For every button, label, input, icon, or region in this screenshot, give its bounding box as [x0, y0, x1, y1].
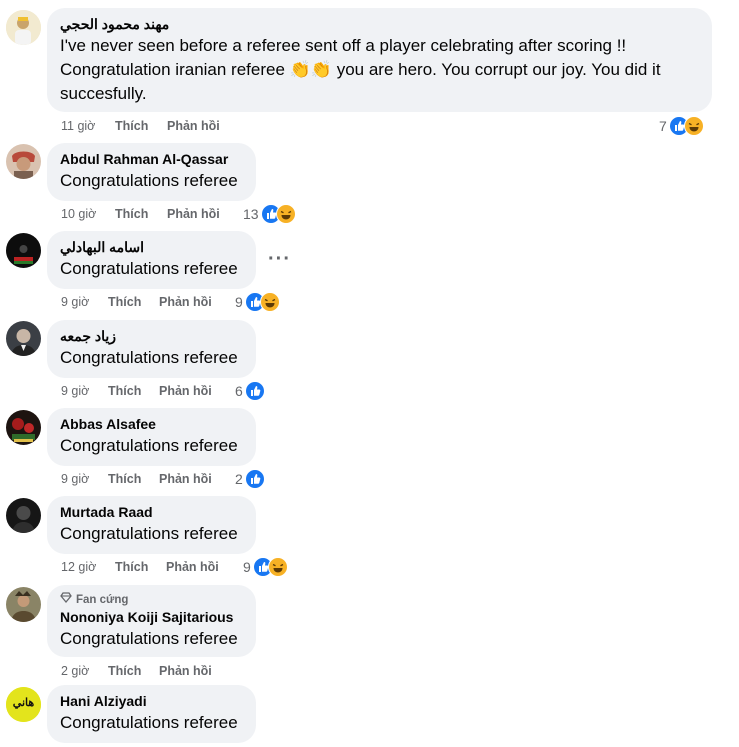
comment-actions: 9 giờ Thích Phản hồi [61, 472, 212, 486]
like-button[interactable]: Thích [115, 119, 167, 133]
reaction-count: 13 [243, 206, 259, 222]
reaction-summary[interactable]: 9 [235, 292, 280, 312]
comment-time[interactable]: 9 giờ [61, 295, 108, 309]
avatar[interactable] [6, 410, 41, 445]
comment-bubble: اسامه البهادلي Congratulations referee [47, 231, 256, 289]
comment-author[interactable]: Abbas Alsafee [60, 415, 243, 434]
like-button[interactable]: Thích [108, 295, 159, 309]
comment-bubble: Abdul Rahman Al-Qassar Congratulations r… [47, 143, 256, 201]
like-reaction-icon [244, 381, 265, 401]
comment-bubble: Abbas Alsafee Congratulations referee [47, 408, 256, 466]
comment-author[interactable]: Murtada Raad [60, 503, 243, 522]
like-button[interactable]: Thích [115, 560, 166, 574]
comment-author[interactable]: Hani Alziyadi [60, 692, 243, 711]
haha-reaction-icon [275, 204, 296, 224]
comment-time[interactable]: 11 giờ [61, 119, 115, 133]
comment-text: Congratulations referee [60, 259, 238, 278]
reply-button[interactable]: Phản hồi [167, 119, 220, 133]
reaction-summary[interactable]: 2 [235, 469, 265, 489]
reaction-count: 7 [659, 118, 667, 134]
like-reaction-icon [244, 469, 265, 489]
fan-badge[interactable]: Fan cứng [60, 592, 243, 608]
reaction-count: 9 [243, 559, 251, 575]
reply-button[interactable]: Phản hồi [159, 664, 212, 678]
comment-actions: 9 giờ Thích Phản hồi [61, 384, 212, 398]
avatar[interactable] [6, 144, 41, 179]
comment-actions: 10 giờ Thích Phản hồi [61, 207, 220, 221]
comment-bubble: Fan cứng Nononiya Koiji Sajitarious Cong… [47, 585, 256, 657]
haha-reaction-icon [259, 292, 280, 312]
comment-author[interactable]: اسامه البهادلي [60, 238, 243, 257]
comment-text: Congratulations referee [60, 348, 238, 367]
fan-badge-label: Fan cứng [76, 593, 129, 606]
comment-text: Congratulations referee [60, 171, 238, 190]
like-button[interactable]: Thích [108, 384, 159, 398]
comment-time[interactable]: 2 giờ [61, 664, 108, 678]
reaction-summary[interactable]: 9 [243, 557, 288, 577]
comment-text: Congratulations referee [60, 629, 238, 648]
avatar[interactable] [6, 498, 41, 533]
reply-button[interactable]: Phản hồi [159, 295, 212, 309]
comment-actions: 9 giờ Thích Phản hồi [61, 295, 212, 309]
comment-author[interactable]: Nononiya Koiji Sajitarious [60, 608, 243, 627]
comment-text: Congratulations referee [60, 436, 238, 455]
avatar[interactable] [6, 233, 41, 268]
comment-author[interactable]: مهند محمود الحجي [60, 15, 699, 34]
comment-time[interactable]: 12 giờ [61, 560, 115, 574]
comment-time[interactable]: 9 giờ [61, 472, 108, 486]
more-options-icon[interactable]: ··· [268, 248, 291, 271]
comment-bubble: زياد جمعه Congratulations referee [47, 320, 256, 378]
comment-author[interactable]: زياد جمعه [60, 327, 243, 346]
comment-text: Congratulations referee [60, 713, 238, 732]
avatar[interactable] [6, 10, 41, 45]
avatar[interactable] [6, 321, 41, 356]
reply-button[interactable]: Phản hồi [166, 560, 219, 574]
comment-text: I've never seen before a referee sent of… [60, 36, 661, 103]
comment-actions: 2 giờ Thích Phản hồi [61, 664, 212, 678]
reaction-summary[interactable]: 13 [243, 204, 296, 224]
reply-button[interactable]: Phản hồi [159, 384, 212, 398]
comment-actions: 11 giờ Thích Phản hồi [61, 119, 220, 133]
like-button[interactable]: Thích [108, 472, 159, 486]
reply-button[interactable]: Phản hồi [167, 207, 220, 221]
reply-button[interactable]: Phản hồi [159, 472, 212, 486]
reaction-summary[interactable]: 7 [659, 116, 704, 136]
diamond-icon [60, 592, 72, 608]
comment-time[interactable]: 10 giờ [61, 207, 115, 221]
comment-actions: 12 giờ Thích Phản hồi [61, 560, 219, 574]
reaction-count: 9 [235, 294, 243, 310]
reaction-count: 2 [235, 471, 243, 487]
haha-reaction-icon [267, 557, 288, 577]
like-button[interactable]: Thích [108, 664, 159, 678]
comment-text: Congratulations referee [60, 524, 238, 543]
comment-bubble: Murtada Raad Congratulations referee [47, 496, 256, 554]
comment-bubble: Hani Alziyadi Congratulations referee [47, 685, 256, 743]
comment-author[interactable]: Abdul Rahman Al-Qassar [60, 150, 243, 169]
like-button[interactable]: Thích [115, 207, 167, 221]
haha-reaction-icon [683, 116, 704, 136]
avatar[interactable]: هاني [6, 687, 41, 722]
reaction-count: 6 [235, 383, 243, 399]
comment-bubble: مهند محمود الحجي I've never seen before … [47, 8, 712, 112]
comment-time[interactable]: 9 giờ [61, 384, 108, 398]
reaction-summary[interactable]: 6 [235, 381, 265, 401]
avatar[interactable] [6, 587, 41, 622]
avatar-text: هاني [12, 697, 35, 709]
